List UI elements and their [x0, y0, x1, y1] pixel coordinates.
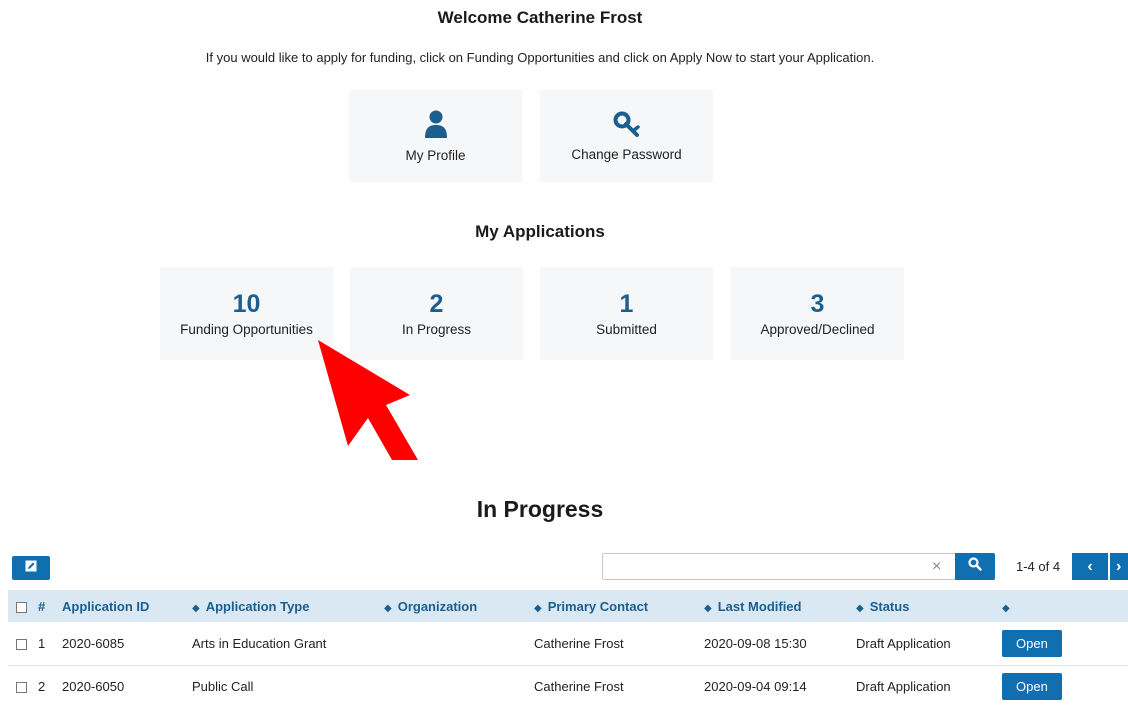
col-number: #: [38, 598, 46, 614]
last-modified: 2020-09-04 09:14: [700, 665, 852, 705]
table-header-row: # Application ID ◆ Application Type ◆ Orga…: [8, 590, 1128, 622]
red-arrow-annotation: [318, 340, 418, 460]
in-progress-heading: In Progress: [476, 496, 604, 522]
application-id: 2020-6050: [58, 665, 188, 705]
status: Draft Application: [852, 622, 998, 666]
col-label: Status: [869, 598, 910, 614]
edit-icon: [25, 559, 37, 577]
intro-text: If you would like to apply for funding, …: [205, 50, 875, 65]
stat-label: Funding Opportunities: [180, 322, 313, 337]
application-id: 2020-6085: [58, 622, 188, 666]
col-primary-contact[interactable]: ◆ Primary Contact: [530, 590, 700, 622]
search-icon: [968, 557, 982, 576]
change-password-tile[interactable]: Change Password: [540, 90, 713, 182]
row-checkbox[interactable]: [16, 682, 27, 694]
open-button[interactable]: Open: [1002, 673, 1062, 700]
stat-label: Submitted: [596, 322, 657, 337]
col-label: Organization: [397, 598, 478, 614]
col-label: Primary Contact: [547, 598, 649, 614]
chevron-left-icon: ‹: [1087, 557, 1093, 575]
col-actions[interactable]: ◆: [998, 590, 1128, 622]
search-input[interactable]: [602, 553, 956, 580]
sort-icon: ◆: [856, 602, 864, 614]
applications-table: # Application ID ◆ Application Type ◆ Orga…: [8, 590, 1128, 705]
my-profile-label: My Profile: [405, 147, 466, 163]
organization: [380, 622, 530, 666]
col-application-type[interactable]: ◆ Application Type: [188, 590, 380, 622]
sort-icon: ◆: [192, 602, 200, 614]
edit-columns-button[interactable]: [12, 556, 50, 580]
sort-icon: ◆: [1002, 602, 1010, 614]
stat-value: 3: [810, 290, 825, 318]
previous-page-button[interactable]: ‹: [1072, 553, 1108, 580]
checkbox[interactable]: [16, 601, 27, 613]
my-applications-heading: My Applications: [475, 222, 605, 241]
primary-contact: Catherine Frost: [530, 622, 700, 666]
change-password-label: Change Password: [571, 146, 682, 162]
organization: [380, 665, 530, 705]
sort-icon: ◆: [384, 602, 392, 614]
col-label: Last Modified: [717, 598, 802, 614]
key-icon: [613, 111, 641, 137]
table-row: 1 2020-6085 Arts in Education Grant Cath…: [8, 622, 1128, 666]
application-type: Arts in Education Grant: [188, 622, 380, 666]
primary-contact: Catherine Frost: [530, 665, 700, 705]
select-all-checkbox[interactable]: [8, 590, 34, 622]
stat-value: 2: [429, 290, 444, 318]
sort-icon: ◆: [704, 602, 712, 614]
col-application-id[interactable]: Application ID: [58, 590, 188, 622]
search-button[interactable]: [955, 553, 995, 580]
stat-submitted[interactable]: 1 Submitted: [540, 267, 713, 360]
col-organization[interactable]: ◆ Organization: [380, 590, 530, 622]
welcome-heading: Welcome Catherine Frost: [437, 8, 643, 27]
next-page-button[interactable]: ›: [1110, 553, 1128, 580]
status: Draft Application: [852, 665, 998, 705]
stat-value: 10: [232, 290, 261, 318]
chevron-right-icon: ›: [1116, 557, 1122, 575]
clear-search-icon[interactable]: ×: [932, 558, 941, 576]
user-icon: [424, 110, 447, 138]
row-checkbox[interactable]: [16, 638, 27, 650]
pager-count: 1-4 of 4: [1016, 559, 1061, 574]
stat-approved-declined[interactable]: 3 Approved/Declined: [731, 267, 904, 360]
open-button[interactable]: Open: [1002, 629, 1062, 657]
stat-label: Approved/Declined: [760, 322, 875, 337]
col-last-modified[interactable]: ◆ Last Modified: [700, 590, 852, 622]
application-type: Public Call: [188, 665, 380, 705]
sort-icon: ◆: [534, 602, 542, 614]
col-label: Application Type: [205, 598, 310, 614]
my-profile-tile[interactable]: My Profile: [349, 90, 522, 182]
row-number: 1: [34, 622, 58, 666]
row-number: 2: [34, 665, 58, 705]
last-modified: 2020-09-08 15:30: [700, 622, 852, 666]
stat-value: 1: [619, 290, 634, 318]
table-row: 2 2020-6050 Public Call Catherine Frost …: [8, 665, 1128, 705]
col-status[interactable]: ◆ Status: [852, 590, 998, 622]
